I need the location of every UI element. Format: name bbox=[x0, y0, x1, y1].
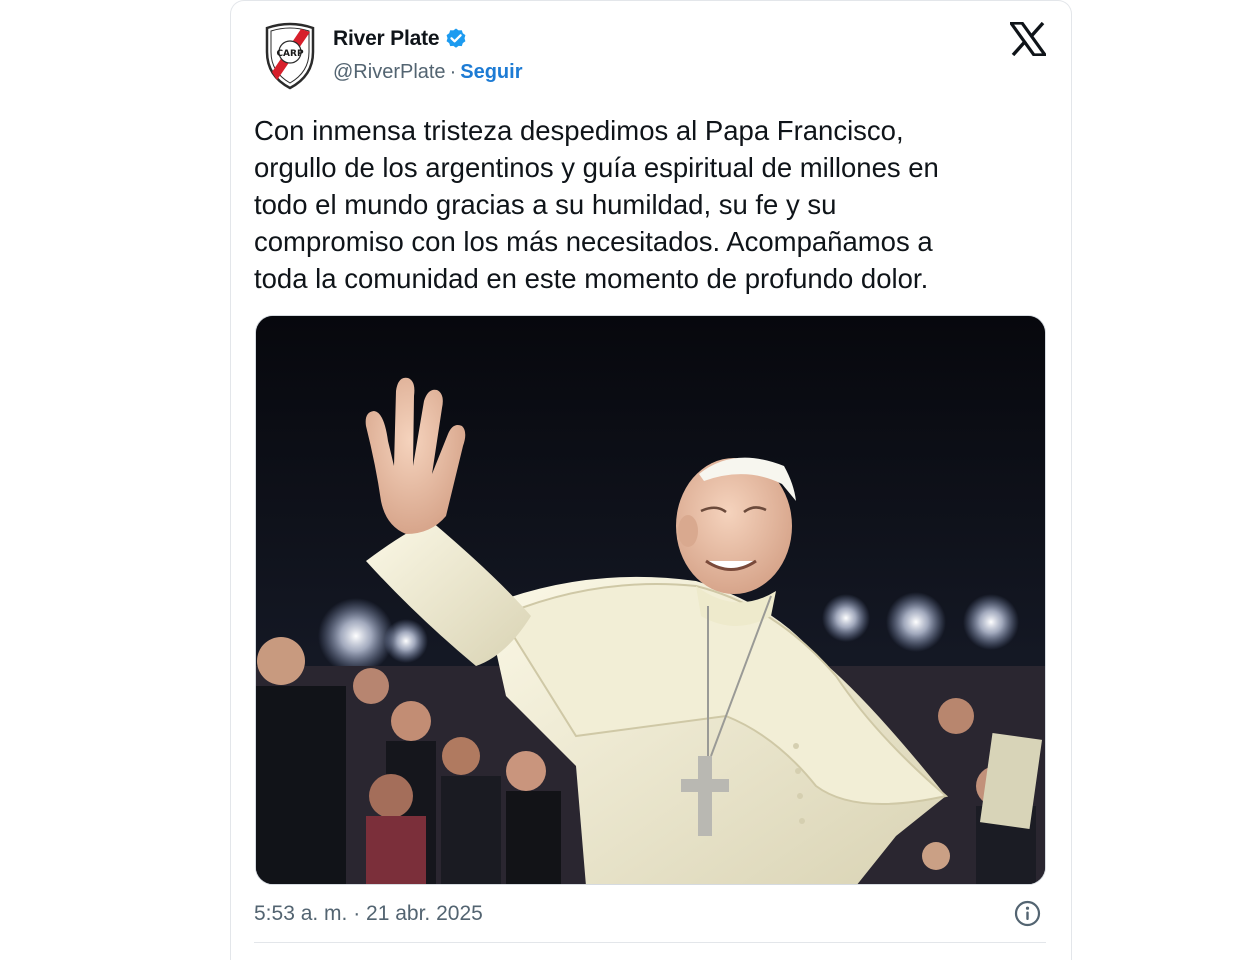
handle-row: @RiverPlate · Seguir bbox=[333, 61, 522, 84]
follow-button[interactable]: Seguir bbox=[460, 61, 522, 83]
divider bbox=[254, 942, 1046, 943]
tweet-header: CARP River Plate @RiverPlate · Seguir bbox=[263, 22, 522, 90]
author-info: River Plate @RiverPlate · Seguir bbox=[333, 22, 522, 84]
handle[interactable]: @RiverPlate bbox=[333, 61, 446, 83]
x-logo-icon[interactable] bbox=[1010, 22, 1046, 56]
display-name[interactable]: River Plate bbox=[333, 27, 440, 51]
avatar[interactable]: CARP bbox=[263, 22, 317, 90]
info-icon[interactable] bbox=[1014, 900, 1041, 927]
crest-logo-text: CARP bbox=[276, 49, 304, 59]
separator: · bbox=[449, 61, 457, 83]
tweet-text: Con inmensa tristeza despedimos al Papa … bbox=[254, 115, 939, 294]
tweet-photo[interactable] bbox=[255, 315, 1046, 885]
photo-image bbox=[256, 316, 1045, 884]
name-row: River Plate bbox=[333, 27, 522, 51]
tweet-timestamp[interactable]: 5:53 a. m. · 21 abr. 2025 bbox=[254, 902, 483, 926]
verified-badge-icon bbox=[446, 28, 466, 48]
